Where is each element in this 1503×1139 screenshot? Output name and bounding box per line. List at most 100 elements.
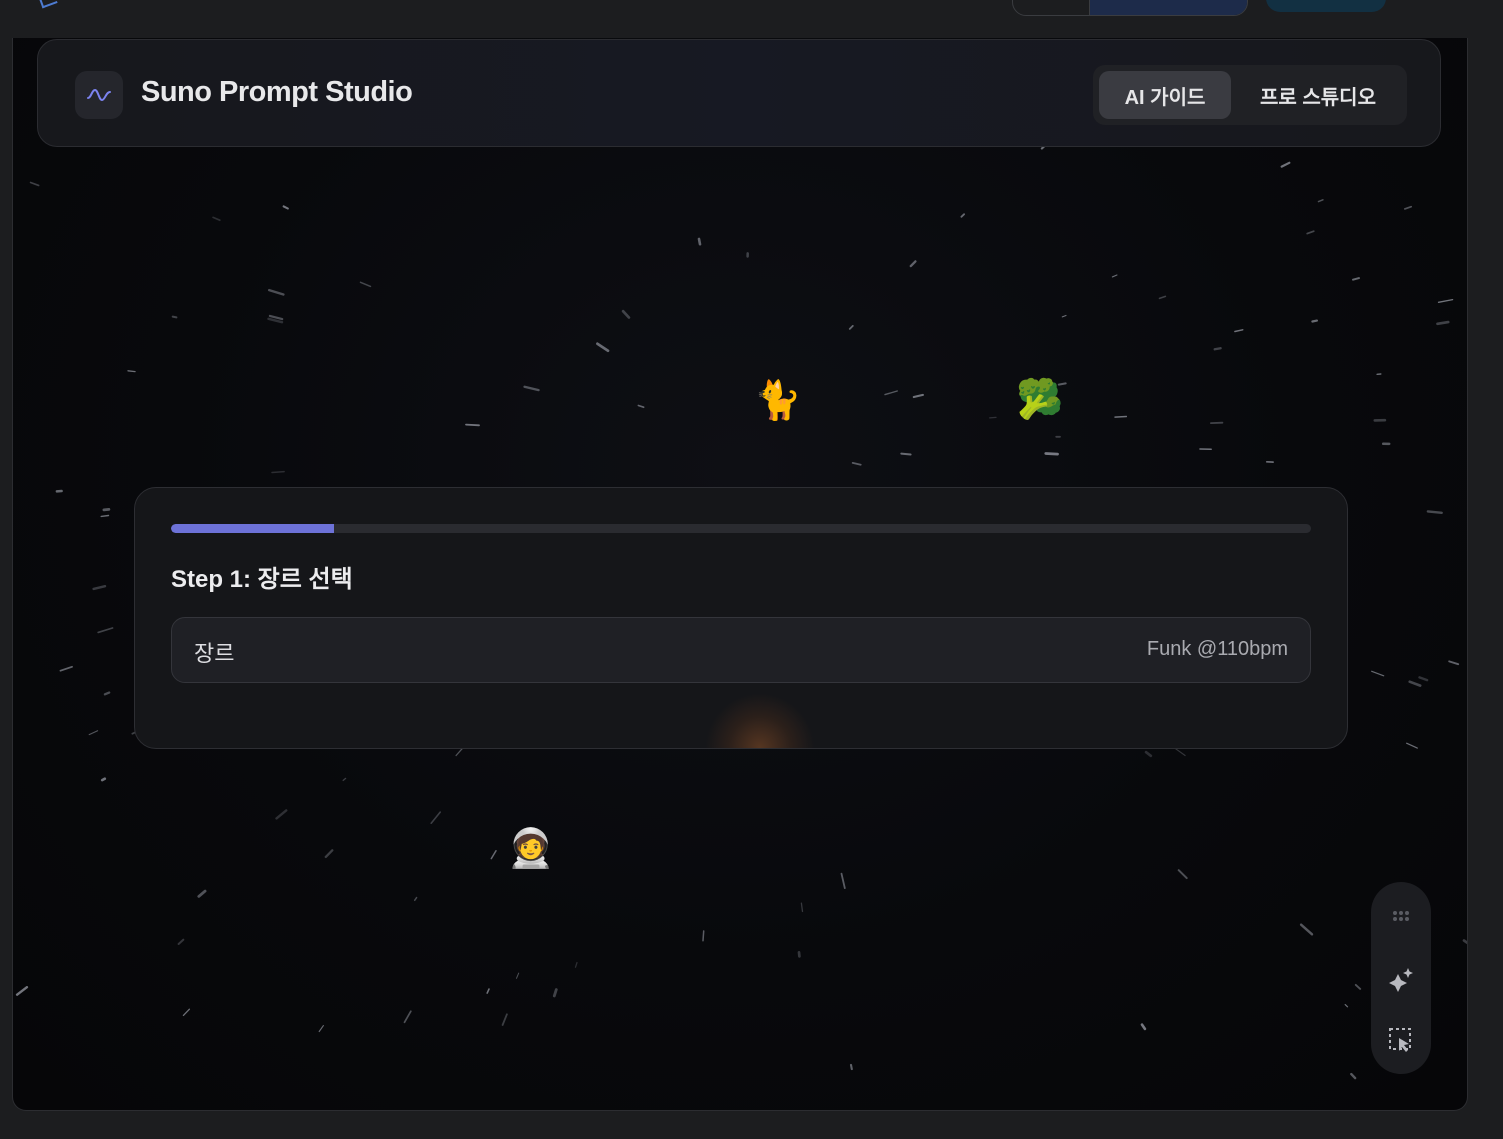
star-streak <box>1371 670 1385 677</box>
star-streak <box>574 961 578 968</box>
star-streak <box>88 730 99 736</box>
star-streak <box>1405 742 1418 749</box>
star-streak <box>1350 1072 1357 1080</box>
star-streak <box>100 514 110 518</box>
star-streak <box>1174 747 1186 757</box>
star-streak <box>282 205 289 210</box>
ambient-glow <box>705 693 815 748</box>
side-dock <box>1371 882 1431 1074</box>
astronaut-emoji: 🧑‍🚀 <box>507 828 555 870</box>
star-streak <box>989 416 997 419</box>
star-streak <box>1144 750 1153 758</box>
star-streak <box>97 627 114 634</box>
star-streak <box>1448 660 1460 666</box>
star-streak <box>1418 676 1429 682</box>
star-streak <box>501 1013 508 1026</box>
star-streak <box>182 1008 191 1017</box>
star-streak <box>1280 161 1291 168</box>
star-streak <box>702 930 705 942</box>
star-streak <box>596 342 610 353</box>
top-segment-right[interactable] <box>1089 0 1247 15</box>
star-streak <box>1158 295 1167 300</box>
drag-handle-icon[interactable] <box>1383 898 1419 934</box>
star-streak <box>523 385 540 392</box>
tab-pro-studio[interactable]: 프로 스튜디오 <box>1235 71 1401 119</box>
waveform-icon <box>87 88 111 102</box>
logo <box>75 71 123 119</box>
mode-toggle: AI 가이드 프로 스튜디오 <box>1093 65 1407 125</box>
star-streak <box>197 889 207 898</box>
star-streak <box>1061 314 1067 318</box>
star-streak <box>359 281 372 288</box>
genre-field[interactable]: 장르 Funk @110bpm <box>171 617 1311 683</box>
star-streak <box>884 390 898 396</box>
star-streak <box>1354 983 1362 990</box>
star-streak <box>1114 415 1128 418</box>
star-streak <box>1177 869 1188 880</box>
star-streak <box>1352 277 1360 281</box>
star-streak <box>455 747 464 757</box>
star-streak <box>413 896 418 902</box>
star-streak <box>490 850 497 860</box>
star-streak <box>800 902 804 913</box>
genre-field-label: 장르 <box>194 641 235 666</box>
star-streak <box>909 260 917 268</box>
step-progress-bar <box>171 524 1311 533</box>
star-streak <box>912 393 924 399</box>
star-streak <box>171 315 178 319</box>
select-cursor-icon[interactable] <box>1383 1022 1419 1058</box>
star-streak <box>1111 274 1118 278</box>
star-streak <box>848 324 854 330</box>
tab-ai-guide[interactable]: AI 가이드 <box>1099 71 1231 119</box>
star-streak <box>324 849 334 859</box>
star-streak <box>637 404 645 409</box>
star-streak <box>177 938 185 945</box>
star-streak <box>430 811 442 825</box>
step-progress-fill <box>171 524 335 533</box>
star-streak <box>1306 230 1315 235</box>
star-streak <box>342 777 347 782</box>
star-streak <box>697 237 702 246</box>
back-arrow-icon[interactable] <box>38 0 58 9</box>
star-streak <box>92 585 107 591</box>
star-streak <box>1408 680 1422 687</box>
top-segment-left[interactable] <box>1013 0 1089 15</box>
broccoli-emoji: 🥦 <box>1016 379 1064 421</box>
star-streak <box>1426 510 1443 514</box>
app-header: Suno Prompt Studio AI 가이드 프로 스튜디오 <box>37 39 1441 147</box>
star-streak <box>1299 923 1314 936</box>
wizard-step-card: Step 1: 장르 선택 장르 Funk @110bpm <box>134 487 1348 749</box>
star-streak <box>59 665 73 672</box>
star-streak <box>127 370 136 373</box>
star-streak <box>1436 320 1450 326</box>
star-streak <box>212 216 221 222</box>
star-streak <box>271 470 285 474</box>
cat-emoji: 🐈 <box>754 380 802 422</box>
sparkle-icon[interactable] <box>1383 962 1419 998</box>
star-streak <box>268 288 285 296</box>
star-streak <box>1437 298 1454 303</box>
star-streak <box>1317 199 1324 203</box>
star-streak <box>900 452 912 456</box>
star-streak <box>29 181 40 187</box>
star-streak <box>275 809 288 820</box>
star-streak <box>1344 1003 1349 1008</box>
star-streak <box>1213 347 1222 351</box>
star-streak <box>621 309 631 319</box>
top-segmented-control[interactable] <box>1012 0 1248 16</box>
star-streak <box>1140 1023 1147 1031</box>
browser-top-bar <box>0 0 1503 38</box>
star-streak <box>103 691 111 696</box>
star-streak <box>516 972 520 979</box>
genre-field-value: Funk @110bpm <box>1146 638 1288 660</box>
star-streak <box>1462 939 1467 945</box>
star-streak <box>102 507 111 512</box>
star-streak <box>1311 319 1319 323</box>
top-action-pill[interactable] <box>1266 0 1386 12</box>
star-streak <box>465 423 480 427</box>
star-streak <box>1044 452 1059 456</box>
app-title: Suno Prompt Studio <box>141 76 413 108</box>
star-streak <box>100 777 107 782</box>
star-streak <box>318 1025 324 1033</box>
star-streak <box>486 988 490 994</box>
